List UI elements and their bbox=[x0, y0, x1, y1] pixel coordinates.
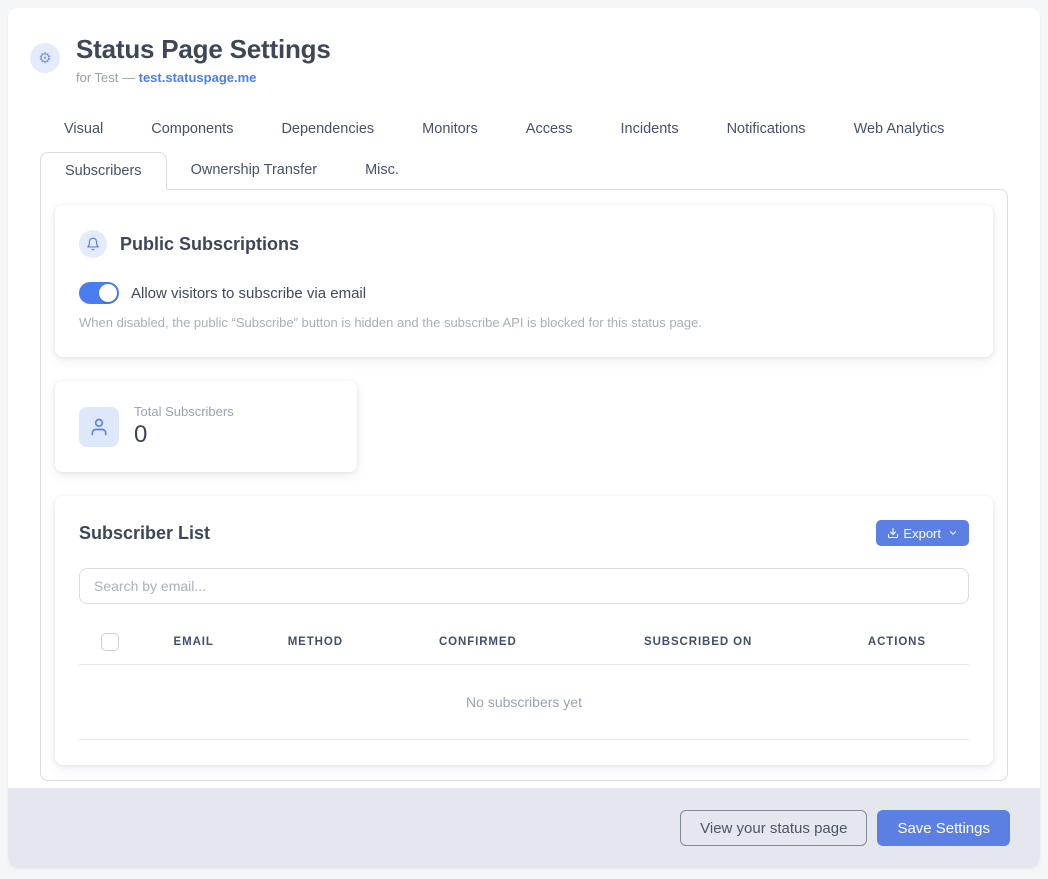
allow-subscribe-toggle[interactable] bbox=[79, 282, 119, 304]
chevron-down-icon bbox=[948, 528, 958, 538]
empty-state-row: No subscribers yet bbox=[79, 665, 969, 740]
tab-row-2: Subscribers Ownership Transfer Misc. bbox=[40, 152, 1008, 189]
subscriber-list-card: Subscriber List Export bbox=[55, 496, 993, 765]
save-settings-button[interactable]: Save Settings bbox=[877, 810, 1010, 846]
select-all-checkbox[interactable] bbox=[101, 633, 119, 651]
column-actions: ACTIONS bbox=[825, 624, 969, 665]
tab-access[interactable]: Access bbox=[502, 113, 597, 145]
subscriber-table: EMAIL METHOD CONFIRMED SUBSCRIBED ON ACT… bbox=[79, 624, 969, 740]
tab-web-analytics[interactable]: Web Analytics bbox=[830, 113, 969, 145]
tab-dependencies[interactable]: Dependencies bbox=[257, 113, 398, 145]
page-title: Status Page Settings bbox=[76, 34, 331, 65]
public-subscriptions-title: Public Subscriptions bbox=[120, 234, 299, 255]
subscribers-panel: Public Subscriptions Allow visitors to s… bbox=[40, 189, 1008, 781]
total-subscribers-card: Total Subscribers 0 bbox=[55, 381, 357, 472]
subscribe-help-text: When disabled, the public “Subscribe” bu… bbox=[79, 315, 969, 330]
toggle-knob bbox=[99, 284, 117, 302]
search-input[interactable] bbox=[79, 568, 969, 604]
page-header: ⚙ Status Page Settings for Test — test.s… bbox=[8, 8, 1040, 85]
tab-subscribers[interactable]: Subscribers bbox=[40, 152, 167, 190]
subscriber-table-head: EMAIL METHOD CONFIRMED SUBSCRIBED ON ACT… bbox=[79, 624, 969, 665]
tab-monitors[interactable]: Monitors bbox=[398, 113, 502, 145]
page-header-text: Status Page Settings for Test — test.sta… bbox=[76, 34, 331, 85]
tab-row-1: Visual Components Dependencies Monitors … bbox=[40, 113, 1008, 145]
column-confirmed: CONFIRMED bbox=[384, 624, 571, 665]
tab-misc[interactable]: Misc. bbox=[341, 152, 423, 189]
subscribe-toggle-row: Allow visitors to subscribe via email bbox=[79, 282, 969, 304]
public-subscriptions-card: Public Subscriptions Allow visitors to s… bbox=[55, 205, 993, 357]
settings-tabs: Visual Components Dependencies Monitors … bbox=[8, 113, 1040, 189]
user-icon bbox=[79, 407, 119, 447]
column-method: METHOD bbox=[246, 624, 384, 665]
subscriber-list-header: Subscriber List Export bbox=[79, 520, 969, 546]
tab-incidents[interactable]: Incidents bbox=[597, 113, 703, 145]
view-status-page-button[interactable]: View your status page bbox=[680, 810, 867, 846]
column-email: EMAIL bbox=[141, 624, 246, 665]
public-subscriptions-header: Public Subscriptions bbox=[79, 230, 969, 258]
footer-bar: View your status page Save Settings bbox=[8, 788, 1040, 868]
download-icon bbox=[887, 527, 899, 539]
allow-subscribe-label: Allow visitors to subscribe via email bbox=[131, 285, 366, 302]
subtitle-prefix: for Test — bbox=[76, 70, 139, 85]
export-button[interactable]: Export bbox=[876, 520, 969, 546]
export-button-label: Export bbox=[903, 526, 941, 541]
status-page-link[interactable]: test.statuspage.me bbox=[139, 70, 257, 85]
page-subtitle: for Test — test.statuspage.me bbox=[76, 70, 331, 85]
tab-notifications[interactable]: Notifications bbox=[703, 113, 830, 145]
subscriber-table-body: No subscribers yet bbox=[79, 665, 969, 740]
tab-visual[interactable]: Visual bbox=[40, 113, 127, 145]
status-page-settings-card: ⚙ Status Page Settings for Test — test.s… bbox=[8, 8, 1040, 868]
select-all-header-cell bbox=[79, 624, 141, 665]
empty-state-text: No subscribers yet bbox=[79, 665, 969, 740]
tab-ownership-transfer[interactable]: Ownership Transfer bbox=[167, 152, 342, 189]
gear-icon: ⚙ bbox=[30, 43, 60, 73]
subscriber-list-title: Subscriber List bbox=[79, 523, 210, 544]
bell-icon bbox=[79, 230, 107, 258]
stat-value: 0 bbox=[134, 421, 234, 449]
stat-label: Total Subscribers bbox=[134, 404, 234, 419]
total-subscribers-stat: Total Subscribers 0 bbox=[134, 404, 234, 449]
tab-components[interactable]: Components bbox=[127, 113, 257, 145]
column-subscribed-on: SUBSCRIBED ON bbox=[571, 624, 824, 665]
